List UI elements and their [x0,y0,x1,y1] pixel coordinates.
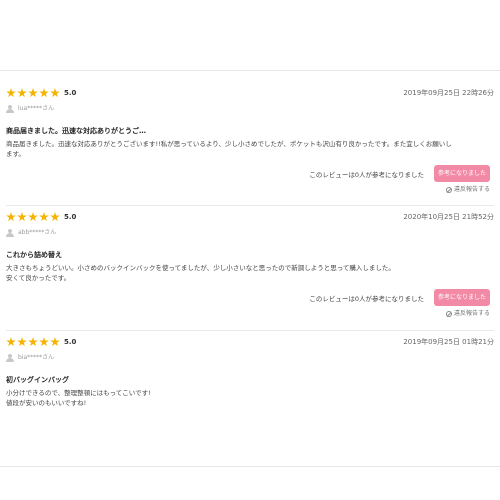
reviewer-name: abb*****さん [18,229,57,236]
report-label: 違反報告する [453,186,490,193]
rating-score: 5.0 [64,89,77,97]
review-date: 2019年09月25日 01時21分 [403,338,494,346]
star-icon [17,212,27,222]
star-icon [39,212,49,222]
star-icon [50,88,60,98]
reviewer: bia*****さん [6,353,494,365]
review-title: 商品届きました。迅速な対応ありがとうご… [6,127,146,135]
prohibit-icon [445,187,452,193]
star-icon [50,212,60,222]
star-rating [6,88,61,98]
divider [6,330,494,331]
helpful-count: このレビューは0人が参考になりました [309,295,424,303]
star-icon [28,212,38,222]
review-date: 2019年09月25日 22時26分 [403,89,494,97]
star-icon [17,88,27,98]
divider [6,205,494,206]
star-icon [6,337,16,347]
user-icon [6,105,14,113]
user-icon [6,354,14,362]
review-body: 小分けできるので、整理整頓にはもってこいです! 値段が安いのもいいですね! [6,389,151,407]
star-icon [17,337,27,347]
report-link[interactable]: 違反報告する [445,310,490,318]
review-title: 初バッグインバッグ [6,376,69,384]
star-icon [6,212,16,222]
star-icon [28,88,38,98]
reviewer-name: lua*****さん [18,105,55,112]
user-icon [6,229,14,237]
star-icon [39,337,49,347]
review-title: これから詰め替え [6,251,62,259]
reviewer-name: bia*****さん [18,354,55,361]
reviewer: lua*****さん [6,104,494,116]
review-item: 5.0 2019年09月25日 22時26分 lua*****さん 商品届きまし… [6,88,494,197]
helpful-button[interactable]: 参考になりました [434,289,490,306]
star-icon [50,337,60,347]
review-date: 2020年10月25日 21時52分 [403,213,494,221]
star-rating [6,212,61,222]
review-item: 5.0 2020年10月25日 21時52分 abb*****さん これから詰め… [6,212,494,321]
review-body: 大きさもちょうどいい。小さめのバックインバックを使ってましたが、少し小さいなと思… [6,264,395,282]
star-icon [6,88,16,98]
report-link[interactable]: 違反報告する [445,186,490,194]
star-rating [6,337,61,347]
prohibit-icon [445,311,452,317]
helpful-count: このレビューは0人が参考になりました [309,171,424,179]
reviewer: abb*****さん [6,228,494,240]
star-icon [28,337,38,347]
report-label: 違反報告する [453,310,490,317]
review-body: 商品届きました。迅速な対応ありがとうございます!!私が思っているより、少し小さめ… [6,140,452,158]
star-icon [39,88,49,98]
helpful-button[interactable]: 参考になりました [434,165,490,182]
rating-score: 5.0 [64,338,77,346]
rating-score: 5.0 [64,213,77,221]
review-item: 5.0 2019年09月25日 01時21分 bia*****さん 初バッグイン… [6,337,494,408]
